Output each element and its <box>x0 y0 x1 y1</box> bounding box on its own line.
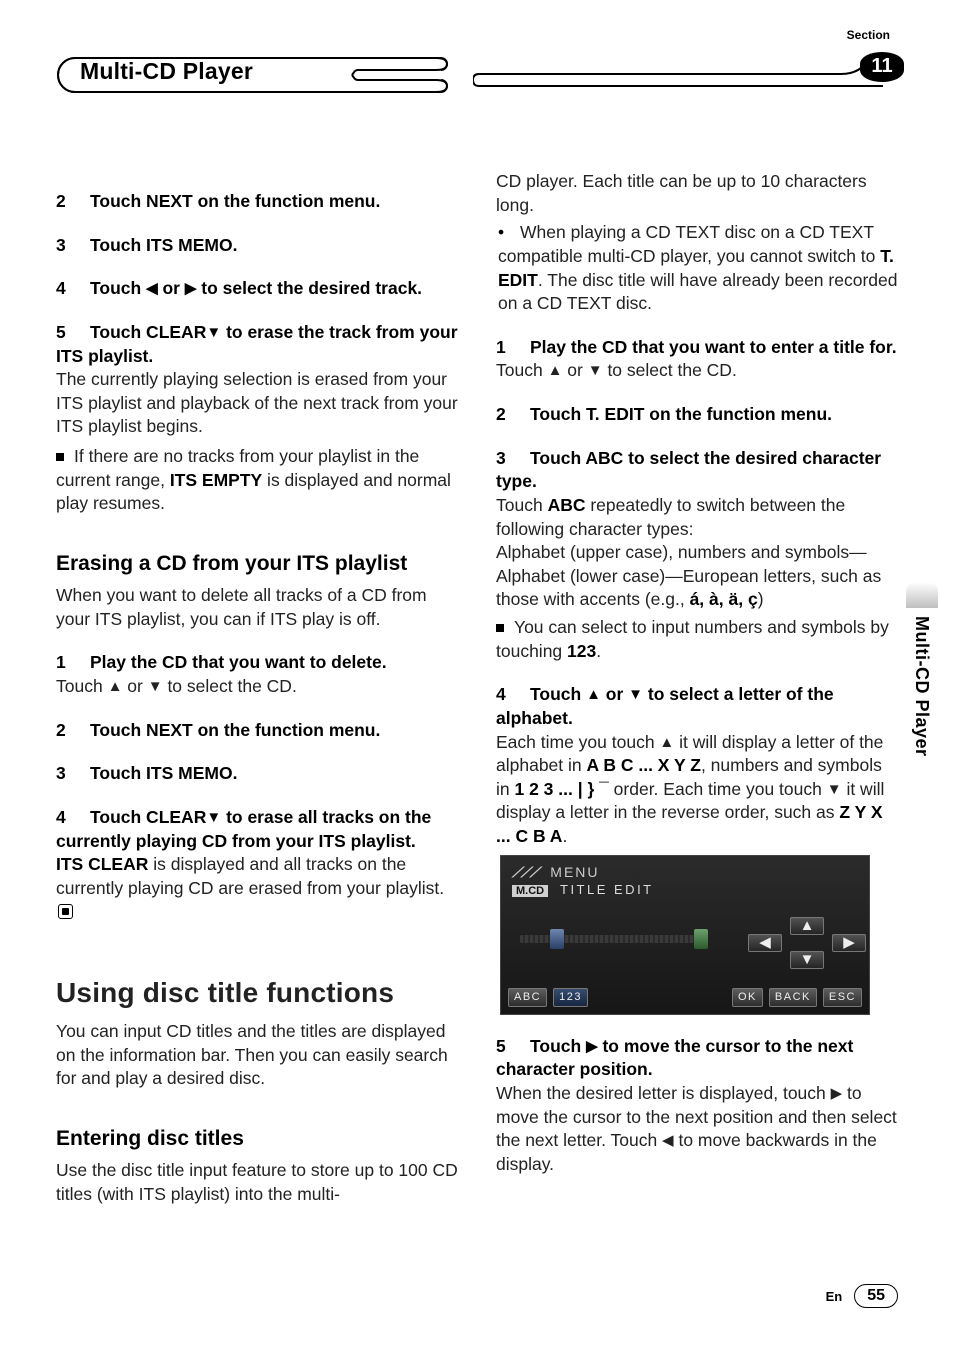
header-left: Multi-CD Player <box>56 56 451 94</box>
step-4: 4Touch ◀ or ▶ to select the desired trac… <box>56 277 458 301</box>
ui-esc-button[interactable]: ESC <box>823 988 862 1007</box>
ui-top: ⟋⟋⟋ MENU <box>512 863 600 882</box>
ui-title-edit: TITLE EDIT <box>560 882 654 897</box>
footer-page-number: 55 <box>854 1284 898 1308</box>
erasing-intro: When you want to delete all tracks of a … <box>56 584 458 631</box>
right-column: CD player. Each title can be up to 10 ch… <box>496 170 898 1206</box>
down-triangle-icon: ▼ <box>206 323 221 343</box>
step-2: 2Touch NEXT on the function menu. <box>56 190 458 214</box>
title-edit-screenshot: ⟋⟋⟋ MENU M.CD TITLE EDIT ▲ ▼ ◀ ▶ ABC 123 <box>500 855 870 1015</box>
side-tab-fade <box>906 582 938 608</box>
footer-lang: En <box>826 1289 843 1304</box>
right-triangle-icon: ▶ <box>586 1037 598 1057</box>
ui-bottom-bar: ABC 123 OK BACK ESC <box>500 987 870 1009</box>
step-5-note: If there are no tracks from your playlis… <box>56 445 458 516</box>
r-step-2: 2Touch T. EDIT on the function menu. <box>496 403 898 427</box>
page-footer: En 55 <box>826 1284 898 1308</box>
ui-left-button[interactable]: ◀ <box>748 934 782 952</box>
ui-menu-label: MENU <box>550 864 599 880</box>
erase-step-4: 4Touch CLEAR▼ to erase all tracks on the… <box>56 806 458 853</box>
step-3: 3Touch ITS MEMO. <box>56 234 458 258</box>
down-triangle-icon: ▼ <box>206 808 221 828</box>
left-triangle-icon: ◀ <box>146 279 158 299</box>
up-triangle-icon: ▲ <box>548 361 563 381</box>
r-step-4-body: Each time you touch ▲ it will display a … <box>496 731 898 849</box>
step-5: 5Touch CLEAR▼ to erase the track from yo… <box>56 321 458 368</box>
ui-slider-track[interactable] <box>520 935 700 943</box>
up-triangle-icon: ▲ <box>108 677 123 697</box>
ui-logo: ⟋⟋⟋ <box>512 864 538 880</box>
ui-down-button[interactable]: ▼ <box>790 951 824 969</box>
right-triangle-icon: ▶ <box>831 1084 843 1104</box>
using-intro: You can input CD titles and the titles a… <box>56 1020 458 1091</box>
r-step-1-body: Touch ▲ or ▼ to select the CD. <box>496 359 898 383</box>
r-step-3-note: You can select to input numbers and symb… <box>496 616 898 663</box>
ui-up-button[interactable]: ▲ <box>790 917 824 935</box>
heading-entering: Entering disc titles <box>56 1125 458 1153</box>
erase-step-4-body: ITS CLEAR is displayed and all tracks on… <box>56 853 458 924</box>
r-step-3: 3Touch ABC to select the desired charact… <box>496 447 898 494</box>
header-right-curve <box>473 36 898 94</box>
ui-slider-end[interactable] <box>694 929 708 949</box>
left-column: 2Touch NEXT on the function menu. 3Touch… <box>56 170 458 1206</box>
erase-step-2: 2Touch NEXT on the function menu. <box>56 719 458 743</box>
down-triangle-icon: ▼ <box>588 361 603 381</box>
entering-intro: Use the disc title input feature to stor… <box>56 1159 458 1206</box>
end-mark-icon <box>58 904 73 919</box>
cdtext-bullet: When playing a CD TEXT disc on a CD TEXT… <box>496 221 898 316</box>
ui-back-button[interactable]: BACK <box>769 988 817 1007</box>
r-step-5: 5Touch ▶ to move the cursor to the next … <box>496 1035 898 1082</box>
right-triangle-icon: ▶ <box>185 279 197 299</box>
section-label: Section <box>847 28 890 42</box>
page-header: Multi-CD Player Section 11 <box>56 56 898 94</box>
cont-text: CD player. Each title can be up to 10 ch… <box>496 170 898 217</box>
ui-mcd-badge: M.CD <box>512 885 548 897</box>
side-tab-label: Multi-CD Player <box>911 616 932 757</box>
erase-step-1-body: Touch ▲ or ▼ to select the CD. <box>56 675 458 699</box>
ui-123-button[interactable]: 123 <box>553 988 588 1007</box>
ui-ok-button[interactable]: OK <box>732 988 763 1007</box>
left-triangle-icon: ◀ <box>662 1131 674 1151</box>
header-right: Section 11 <box>473 36 898 94</box>
ui-slider-thumb[interactable] <box>550 929 564 949</box>
ui-right-button[interactable]: ▶ <box>832 934 866 952</box>
down-triangle-icon: ▼ <box>827 780 842 800</box>
r-step-5-body: When the desired letter is displayed, to… <box>496 1082 898 1177</box>
down-triangle-icon: ▼ <box>628 685 643 705</box>
r-step-3-body2: Alphabet (upper case), numbers and symbo… <box>496 541 898 612</box>
header-title: Multi-CD Player <box>80 58 253 85</box>
heading-erasing: Erasing a CD from your ITS playlist <box>56 550 458 578</box>
r-step-4: 4Touch ▲ or ▼ to select a letter of the … <box>496 683 898 730</box>
erase-step-3: 3Touch ITS MEMO. <box>56 762 458 786</box>
up-triangle-icon: ▲ <box>586 685 601 705</box>
step-5-body: The currently playing selection is erase… <box>56 368 458 439</box>
section-number: 11 <box>860 52 904 82</box>
erase-step-1: 1Play the CD that you want to delete. <box>56 651 458 675</box>
heading-using: Using disc title functions <box>56 974 458 1012</box>
ui-abc-button[interactable]: ABC <box>508 988 547 1007</box>
down-triangle-icon: ▼ <box>148 677 163 697</box>
up-triangle-icon: ▲ <box>659 733 674 753</box>
side-tab: Multi-CD Player <box>906 608 938 838</box>
r-step-3-body: Touch ABC repeatedly to switch between t… <box>496 494 898 541</box>
ui-line2: M.CD TITLE EDIT <box>512 881 654 899</box>
r-step-1: 1Play the CD that you want to enter a ti… <box>496 336 898 360</box>
